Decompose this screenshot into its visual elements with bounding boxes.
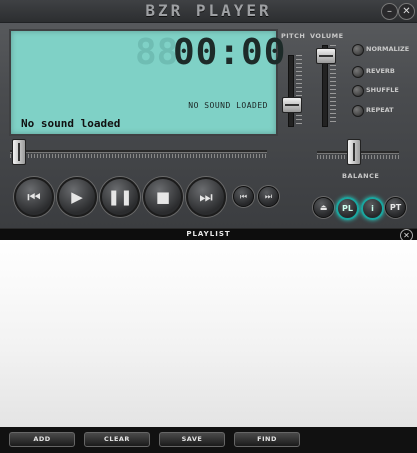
play-button[interactable]: ▶	[57, 177, 97, 217]
pt-button[interactable]: PT	[385, 197, 406, 218]
reverb-led-icon	[352, 66, 364, 78]
repeat-label: REPEAT	[366, 106, 394, 114]
close-button[interactable]: ✕	[398, 3, 415, 20]
eject-icon: ⏏	[319, 203, 328, 212]
play-icon: ▶	[71, 188, 83, 206]
pitch-ticks	[296, 55, 302, 125]
skip-back-icon: ⏮	[27, 188, 41, 206]
minimize-button[interactable]: –	[381, 3, 398, 20]
volume-label: VOLUME	[310, 32, 344, 40]
reverb-label: REVERB	[366, 67, 395, 75]
pitch-slider[interactable]	[282, 97, 302, 113]
small-skip-back-icon: ⏮	[239, 192, 248, 201]
small-next-button[interactable]: ⏭	[258, 186, 279, 207]
time-display: 00:00	[173, 32, 287, 73]
pitch-track	[288, 55, 294, 127]
shuffle-label: SHUFFLE	[366, 86, 399, 94]
info-button[interactable]: i	[361, 197, 384, 220]
playlist-toggle-button[interactable]: PL	[336, 197, 359, 220]
title-bar[interactable]: BZR PLAYER – ✕	[0, 0, 417, 23]
normalize-label: NORMALIZE	[366, 45, 410, 53]
balance-slider[interactable]	[347, 139, 361, 165]
track-title: No sound loaded	[21, 117, 121, 130]
lcd-display: 88 00:00 NO SOUND LOADED No sound loaded	[9, 29, 285, 136]
player-window: BZR PLAYER – ✕ 88 00:00 NO SOUND LOADED …	[0, 0, 417, 228]
shuffle-led-icon	[352, 85, 364, 97]
small-skip-forward-icon: ⏭	[264, 192, 273, 201]
small-previous-button[interactable]: ⏮	[233, 186, 254, 207]
find-button[interactable]: FIND	[234, 432, 300, 447]
volume-slider[interactable]	[316, 48, 336, 64]
add-button[interactable]: ADD	[9, 432, 75, 447]
seek-slider[interactable]	[12, 139, 26, 165]
pause-icon: ❚❚	[107, 188, 133, 206]
playlist-list[interactable]	[0, 240, 417, 427]
playlist-title: PLAYLIST	[186, 230, 231, 238]
skip-forward-icon: ⏭	[199, 188, 213, 206]
status-text: NO SOUND LOADED	[188, 101, 268, 110]
pitch-label: PITCH	[281, 32, 306, 40]
normalize-led-icon	[352, 44, 364, 56]
app-title: BZR PLAYER	[145, 1, 272, 20]
seek-track	[10, 150, 267, 153]
previous-button[interactable]: ⏮	[14, 177, 54, 217]
stop-button[interactable]: ■	[143, 177, 183, 217]
next-button[interactable]: ⏭	[186, 177, 226, 217]
repeat-led-icon	[352, 105, 364, 117]
time-hours-ghost: 88	[135, 32, 179, 73]
seek-ticks	[10, 154, 267, 158]
balance-label: BALANCE	[342, 172, 380, 180]
eject-button[interactable]: ⏏	[313, 197, 334, 218]
save-button[interactable]: SAVE	[159, 432, 225, 447]
pause-button[interactable]: ❚❚	[100, 177, 140, 217]
clear-button[interactable]: CLEAR	[84, 432, 150, 447]
stop-icon: ■	[155, 188, 171, 206]
playlist-toolbar: ADD CLEAR SAVE FIND	[0, 427, 417, 453]
